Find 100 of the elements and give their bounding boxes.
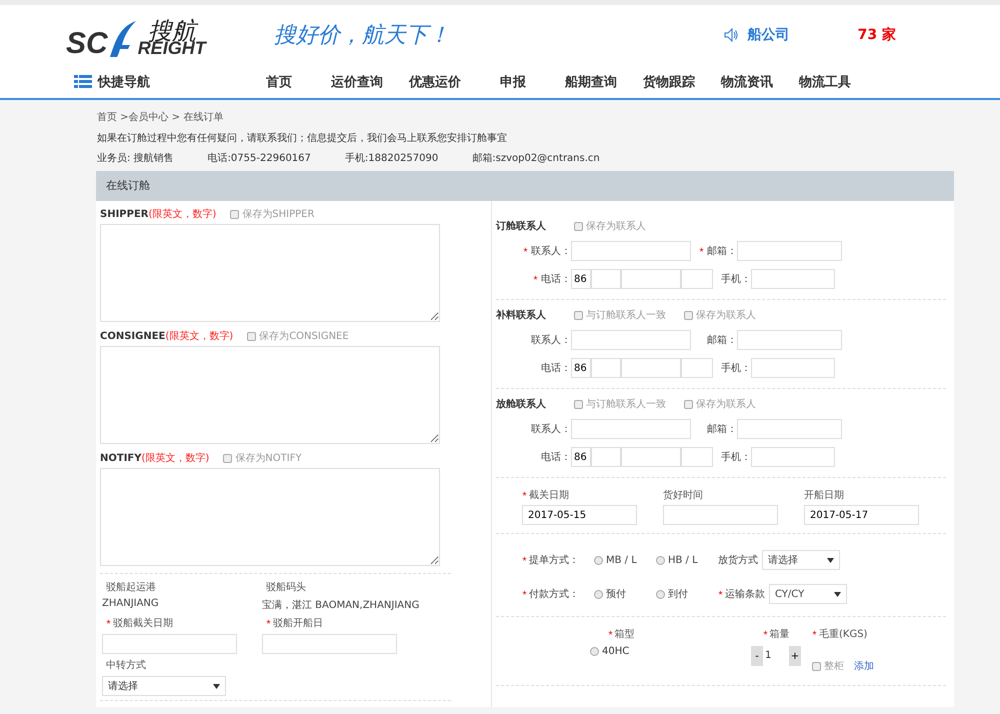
area-code-field[interactable] bbox=[591, 447, 621, 467]
email-field[interactable] bbox=[737, 330, 842, 350]
required-icon bbox=[522, 491, 527, 496]
party-label: SHIPPER(限英文，数字) bbox=[100, 208, 216, 221]
party-label: NOTIFY(限英文，数字) bbox=[100, 452, 210, 465]
field-value: ZHANJIANG bbox=[102, 598, 160, 611]
field-label: 电话： bbox=[541, 362, 571, 375]
field-label: 电话： bbox=[541, 450, 571, 464]
contact-name-field[interactable] bbox=[571, 419, 691, 439]
area-code-field[interactable] bbox=[591, 358, 621, 378]
field-label: 邮箱： bbox=[707, 422, 737, 436]
nav-link[interactable]: 首页 bbox=[240, 72, 318, 90]
field-label: 电话： bbox=[541, 272, 571, 286]
date-field[interactable]: 2017-05-15 bbox=[522, 505, 637, 525]
radio-button[interactable]: 到付 bbox=[656, 587, 718, 601]
date-field[interactable] bbox=[262, 634, 397, 654]
required-icon bbox=[523, 247, 528, 252]
radio-button[interactable]: 40HC bbox=[590, 646, 652, 657]
required-icon bbox=[812, 630, 817, 635]
slogan: 搜好价，航天下！ bbox=[274, 22, 450, 50]
nav-link[interactable]: 申报 bbox=[474, 72, 552, 90]
nav-link[interactable]: 优惠运价 bbox=[396, 72, 474, 90]
date-field[interactable] bbox=[663, 505, 778, 525]
field-label: 手机： bbox=[720, 450, 751, 464]
group-title: 订舱联系人 bbox=[496, 220, 547, 233]
nav-link[interactable]: 运价查询 bbox=[318, 72, 396, 90]
required-icon bbox=[608, 630, 612, 635]
extension-field[interactable] bbox=[681, 447, 713, 467]
caret-icon bbox=[827, 558, 834, 562]
required-icon bbox=[718, 590, 723, 595]
decrement-button[interactable]: - bbox=[751, 646, 763, 666]
field-label: 截关日期 bbox=[529, 488, 569, 502]
required-icon bbox=[762, 630, 768, 635]
date-field[interactable]: 2017-05-17 bbox=[804, 505, 919, 525]
nav-link[interactable]: 货物跟踪 bbox=[630, 72, 708, 90]
logo-text: SC bbox=[66, 29, 108, 59]
field-label: 驳船码头 bbox=[265, 580, 307, 594]
dropdown[interactable]: CY/CY bbox=[769, 584, 847, 604]
increment-button[interactable]: + bbox=[789, 646, 801, 666]
email-field[interactable] bbox=[737, 419, 842, 439]
contact-info: 手机:18820257090 bbox=[344, 152, 438, 165]
field-label: 联系人： bbox=[531, 244, 571, 258]
panel-title: 在线订舱 bbox=[96, 171, 954, 201]
field-label: 联系人： bbox=[531, 422, 571, 436]
menu-icon[interactable] bbox=[74, 75, 92, 88]
radio-button[interactable]: HB / L bbox=[656, 554, 718, 566]
quick-nav-label[interactable]: 快捷导航 bbox=[98, 72, 150, 90]
company-count: 73 家 bbox=[858, 26, 896, 44]
required-icon bbox=[522, 556, 527, 561]
field-label: 邮箱： bbox=[707, 334, 737, 347]
phone-field[interactable] bbox=[621, 358, 681, 378]
field-label: 货好时间 bbox=[663, 488, 703, 502]
group-title: 放舱联系人 bbox=[496, 398, 547, 411]
transfer-select[interactable]: 请选择 bbox=[102, 676, 226, 696]
field-label: 手机： bbox=[720, 272, 751, 286]
speaker-icon bbox=[724, 28, 738, 42]
contact-name-field[interactable] bbox=[571, 330, 691, 350]
field-label: 联系人： bbox=[531, 334, 571, 347]
country-code-field[interactable]: 86 bbox=[571, 358, 591, 378]
country-code-field[interactable]: 86 bbox=[571, 447, 591, 467]
area-code-field[interactable] bbox=[591, 269, 621, 289]
country-code-field[interactable]: 86 bbox=[571, 269, 591, 289]
nav-link[interactable]: 船期查询 bbox=[552, 72, 630, 90]
extension-field[interactable] bbox=[681, 269, 713, 289]
party-textarea[interactable] bbox=[100, 346, 440, 444]
field-label: 中转方式 bbox=[105, 658, 147, 672]
field-label: 手机： bbox=[720, 362, 751, 375]
caret-icon bbox=[213, 684, 220, 688]
required-icon bbox=[533, 275, 538, 280]
party-textarea[interactable] bbox=[100, 468, 440, 566]
mobile-field[interactable] bbox=[751, 447, 835, 467]
nav-link[interactable]: 物流工具 bbox=[786, 72, 864, 90]
mobile-field[interactable] bbox=[751, 269, 835, 289]
contact-name-field[interactable] bbox=[571, 241, 691, 261]
radio-button[interactable]: 预付 bbox=[594, 587, 656, 601]
caret-icon bbox=[834, 592, 841, 596]
ticker-label: 船公司 bbox=[748, 26, 790, 44]
field-label: 运输条款 bbox=[725, 588, 765, 601]
extension-field[interactable] bbox=[681, 358, 713, 378]
field-label: 箱量 bbox=[770, 628, 790, 641]
email-field[interactable] bbox=[737, 241, 842, 261]
contact-info: 业务员: 搜航销售 bbox=[97, 152, 174, 165]
radio-button[interactable]: MB / L bbox=[594, 554, 656, 566]
dropdown[interactable]: 请选择 bbox=[762, 550, 840, 570]
notice-text: 如果在订舱过程中您有任何疑问，请联系我们；信息提交后，我们会马上联系您安排订舱事宜 bbox=[96, 132, 508, 146]
contact-info: 邮箱:szvop02@cntrans.cn bbox=[472, 152, 600, 165]
date-field[interactable] bbox=[102, 634, 237, 654]
required-icon bbox=[522, 590, 527, 595]
party-textarea[interactable] bbox=[100, 224, 440, 322]
required-icon bbox=[266, 619, 271, 624]
field-label: 开船日期 bbox=[804, 488, 844, 502]
phone-field[interactable] bbox=[621, 269, 681, 289]
nav-link[interactable]: 物流资讯 bbox=[708, 72, 786, 90]
add-link[interactable]: 添加 bbox=[854, 659, 874, 673]
mobile-field[interactable] bbox=[751, 358, 835, 378]
contact-info: 电话:0755-22960167 bbox=[208, 152, 311, 165]
breadcrumb: 首页 >会员中心 > 在线订单 bbox=[96, 110, 224, 125]
field-label: 提单方式： bbox=[529, 554, 579, 567]
group-title: 补料联系人 bbox=[496, 308, 547, 322]
phone-field[interactable] bbox=[621, 447, 681, 467]
